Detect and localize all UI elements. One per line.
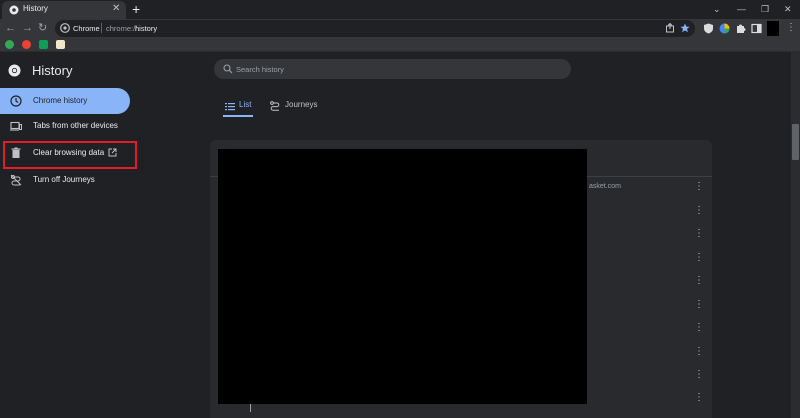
history-entry-partial-domain: asket.com <box>589 183 621 190</box>
bookmark-star-icon[interactable] <box>680 23 690 33</box>
sidebar-item-label: Turn off Journeys <box>33 175 95 184</box>
tab-list-label: List <box>239 100 252 109</box>
extension-shield-icon[interactable] <box>703 23 714 34</box>
tab-journeys[interactable]: Journeys <box>269 97 329 117</box>
profile-avatar[interactable] <box>767 21 779 36</box>
tab-close-icon[interactable]: ✕ <box>112 3 120 15</box>
maximize-icon[interactable]: ❐ <box>761 3 769 15</box>
bookmarks-bar <box>0 38 800 52</box>
browser-toolbar: ← → ↻ Chrome chrome:// history ⋮ <box>0 19 800 38</box>
search-bar[interactable] <box>214 59 571 79</box>
extension-color-icon[interactable] <box>719 23 730 34</box>
row-menu-icon[interactable]: ⋮ <box>694 182 704 192</box>
sidebar-item-label: Tabs from other devices <box>33 121 118 130</box>
omnibox-site-label: Chrome <box>73 24 100 33</box>
tab-strip: History ✕ + ⌄ — ❐ ✕ <box>0 0 800 19</box>
row-menu-icon[interactable]: ⋮ <box>694 206 704 216</box>
history-page: History Chrome history Tabs from other d… <box>0 52 800 418</box>
search-icon <box>223 64 233 74</box>
forward-icon[interactable]: → <box>22 22 33 34</box>
menu-icon[interactable]: ⋮ <box>786 22 796 34</box>
browser-tab-history[interactable]: History ✕ <box>2 1 126 19</box>
sidebar-item-label: Chrome history <box>33 96 88 105</box>
page-title: History <box>32 63 73 78</box>
scrollbar-thumb[interactable] <box>792 124 799 160</box>
reload-icon[interactable]: ↻ <box>38 22 47 34</box>
tab-list[interactable]: List <box>223 97 253 117</box>
row-menu-icon[interactable]: ⋮ <box>694 393 704 403</box>
address-bar[interactable]: Chrome chrome:// history <box>55 20 695 37</box>
new-tab-button[interactable]: + <box>132 1 140 17</box>
text-cursor <box>250 404 251 412</box>
sidebar-item-turn-off-journeys[interactable]: Turn off Journeys <box>0 167 130 193</box>
search-input[interactable] <box>236 60 556 78</box>
minimize-icon[interactable]: — <box>737 3 746 15</box>
sidebar-item-tabs-other-devices[interactable]: Tabs from other devices <box>0 113 130 139</box>
chrome-logo-icon <box>8 64 21 77</box>
highlight-box <box>3 141 137 169</box>
redacted-region <box>218 149 587 404</box>
bookmark-3-icon[interactable] <box>39 40 48 49</box>
bookmark-4-icon[interactable] <box>56 40 65 49</box>
row-menu-icon[interactable]: ⋮ <box>694 300 704 310</box>
list-icon <box>225 103 235 111</box>
chrome-history-favicon-icon <box>9 5 19 15</box>
extensions-puzzle-icon[interactable] <box>735 23 746 34</box>
side-panel-icon[interactable] <box>751 23 762 34</box>
row-menu-icon[interactable]: ⋮ <box>694 276 704 286</box>
chrome-logo-icon <box>60 23 70 33</box>
tab-search-icon[interactable]: ⌄ <box>713 3 721 15</box>
tab-title: History <box>23 4 48 13</box>
close-window-icon[interactable]: ✕ <box>784 3 792 15</box>
back-icon[interactable]: ← <box>5 22 16 34</box>
journeys-off-icon <box>10 174 22 186</box>
clock-icon <box>10 95 22 107</box>
journeys-icon <box>270 101 280 111</box>
share-icon[interactable] <box>665 23 675 33</box>
row-menu-icon[interactable]: ⋮ <box>694 347 704 357</box>
sidebar-item-chrome-history[interactable]: Chrome history <box>0 88 130 114</box>
devices-icon <box>10 121 22 131</box>
row-menu-icon[interactable]: ⋮ <box>694 229 704 239</box>
tab-journeys-label: Journeys <box>285 100 318 109</box>
omnibox-separator <box>101 23 102 33</box>
row-menu-icon[interactable]: ⋮ <box>694 323 704 333</box>
omnibox-scheme: chrome:// <box>106 24 138 33</box>
page-scrollbar[interactable] <box>791 52 800 418</box>
history-card: asket.com ⋮ ⋮ ⋮ ⋮ ⋮ ⋮ ⋮ ⋮ ⋮ ⋮ <box>210 140 712 418</box>
row-menu-icon[interactable]: ⋮ <box>694 253 704 263</box>
omnibox-path: history <box>135 24 158 33</box>
bookmark-2-icon[interactable] <box>22 40 31 49</box>
row-menu-icon[interactable]: ⋮ <box>694 370 704 380</box>
bookmark-1-icon[interactable] <box>5 40 14 49</box>
